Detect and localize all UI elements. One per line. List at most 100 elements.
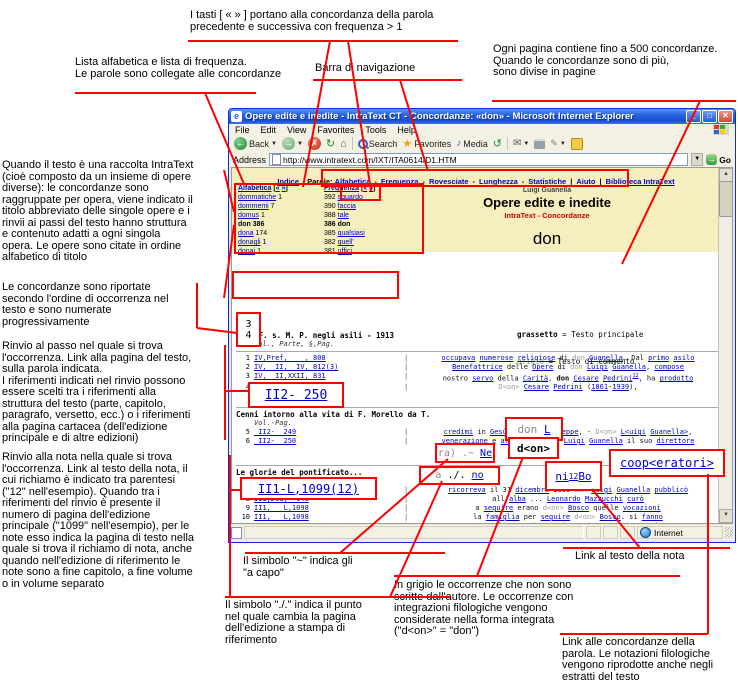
nav-link-aiuto[interactable]: Aiuto — [576, 177, 595, 186]
nav-link-biblioteca-intratext[interactable]: Biblioteca IntraText — [606, 177, 675, 186]
word-concordance-link[interactable]: Cesare — [524, 383, 549, 391]
history-button[interactable]: ↺ — [493, 137, 502, 150]
maximize-button[interactable]: □ — [702, 110, 717, 123]
word-link[interactable]: quell' — [338, 239, 354, 246]
passage-reference-link[interactable]: II1, L,1099 — [254, 522, 404, 524]
word-concordance-link[interactable]: primo — [648, 354, 669, 362]
menu-favorites[interactable]: Favorites — [317, 125, 354, 135]
word-concordance-link[interactable]: coop<eratori> — [620, 456, 714, 470]
word-concordance-link[interactable]: 1861 — [591, 383, 608, 391]
word-concordance-link[interactable]: Leonardo — [547, 495, 581, 503]
word-concordance-link[interactable]: Cesare — [573, 374, 598, 382]
word-concordance-link[interactable]: Bosco — [600, 513, 621, 521]
passage-reference-link[interactable]: II1, L,1098 — [254, 513, 404, 522]
word-link[interactable]: donagli — [238, 239, 261, 246]
passage-reference-link[interactable]: II2- 250 — [254, 437, 404, 446]
word-link[interactable]: sguardo — [338, 194, 363, 201]
word-concordance-link[interactable]: pubblicò — [654, 486, 688, 494]
print-button[interactable] — [534, 139, 545, 149]
menu-help[interactable]: Help — [397, 125, 416, 135]
nav-link-rovesciate[interactable]: Rovesciate — [429, 177, 469, 186]
word-concordance-link[interactable]: Benefattrice — [452, 363, 503, 371]
title-bar[interactable]: e Opere edite e inedite - IntraText CT -… — [229, 109, 735, 124]
word-concordance-link[interactable]: alba — [509, 495, 526, 503]
word-concordance-link[interactable]: credimi — [444, 428, 474, 436]
menu-tools[interactable]: Tools — [365, 125, 386, 135]
forward-button[interactable]: →▼ — [282, 137, 303, 150]
word-concordance-link[interactable]: ricorreva — [448, 486, 486, 494]
word-link[interactable]: no — [472, 470, 484, 481]
word-concordance-link[interactable]: famiglia — [486, 513, 520, 521]
word-concordance-link[interactable]: seguire — [541, 513, 571, 521]
nav-link-statistiche[interactable]: Statistiche — [528, 177, 566, 186]
note-reference-link[interactable]: II1-L,1099(12) — [258, 482, 359, 496]
word-concordance-link[interactable]: evangelo — [473, 522, 507, 524]
word-concordance-link[interactable]: 1939 — [612, 383, 629, 391]
refresh-button[interactable]: ↻ — [326, 137, 335, 150]
word-concordance-link[interactable]: prodotto — [660, 374, 694, 382]
passage-reference-link[interactable]: IV,Pref, , 808 — [254, 354, 404, 363]
passage-reference-link[interactable]: II1, L,1098 — [254, 504, 404, 513]
word-concordance-link[interactable]: risuona — [621, 522, 651, 524]
word-concordance-link[interactable]: Guanella — [616, 486, 650, 494]
word-concordance-link[interactable]: Giovanni — [557, 522, 591, 524]
word-link[interactable]: dommatiche — [238, 194, 276, 201]
scroll-down-icon[interactable]: ▼ — [719, 509, 733, 523]
word-link[interactable]: Bo — [578, 470, 591, 483]
word-concordance-link[interactable]: Luigi — [564, 437, 585, 445]
word-concordance-link[interactable]: Mazzucchi — [585, 495, 623, 503]
word-link[interactable]: dommemi — [238, 203, 269, 210]
scroll-up-icon[interactable]: ▲ — [719, 168, 733, 182]
word-concordance-link[interactable]: Pedrini — [553, 383, 583, 391]
word-concordance-link[interactable]: Guanella — [612, 363, 646, 371]
word-concordance-link[interactable]: L<uigi — [621, 428, 646, 436]
word-concordance-link[interactable]: Pedrini — [603, 374, 633, 382]
passage-reference-link[interactable]: IV, II, IV, 812(3) — [254, 363, 404, 372]
mail-button[interactable]: ✉▼ — [513, 138, 529, 149]
back-button[interactable]: ←Back▼ — [234, 137, 277, 150]
address-dropdown-button[interactable]: ▼ — [691, 153, 703, 166]
word-concordance-link[interactable]: Luigi — [587, 363, 608, 371]
word-link[interactable]: dona — [238, 230, 254, 237]
word-concordance-link[interactable]: Carità — [523, 374, 548, 382]
word-link[interactable]: Ne — [480, 448, 492, 459]
word-link[interactable]: domus — [238, 212, 259, 219]
nav-link-lunghezza[interactable]: Lunghezza — [479, 177, 518, 186]
word-concordance-link[interactable]: Guanella — [589, 354, 623, 362]
menu-view[interactable]: View — [287, 125, 306, 135]
word-link[interactable]: L — [544, 423, 551, 436]
reference-link[interactable]: II2- 250 — [265, 388, 328, 403]
home-button[interactable]: ⌂ — [340, 138, 347, 150]
address-input[interactable]: http://www.intratext.com/IXT/ITA0614/D1.… — [269, 153, 688, 166]
word-concordance-link[interactable]: servo — [472, 374, 493, 382]
menu-edit[interactable]: Edit — [261, 125, 277, 135]
favorites-button[interactable]: ★Favorites — [402, 137, 451, 150]
word-concordance-link[interactable]: asilo — [673, 354, 694, 362]
edit-button[interactable]: ✎▼ — [550, 138, 566, 149]
media-button[interactable]: ♪Media — [456, 138, 488, 149]
word-concordance-link[interactable]: fanno — [642, 513, 663, 521]
stop-button[interactable]: ✗ — [308, 137, 321, 150]
menu-file[interactable]: File — [235, 125, 250, 135]
passage-reference-link[interactable]: II2- 249 — [254, 428, 404, 437]
word-concordance-link[interactable]: Guanella> — [650, 428, 688, 436]
minimize-button[interactable]: _ — [686, 110, 701, 123]
word-link[interactable]: tale — [338, 212, 349, 219]
word-link[interactable]: ni — [555, 470, 568, 483]
word-link[interactable]: faccia — [338, 203, 356, 210]
word-concordance-link[interactable]: numerose — [479, 354, 513, 362]
word-concordance-link[interactable]: Guanella — [589, 437, 623, 445]
search-button[interactable]: Search — [358, 139, 398, 149]
close-button[interactable]: ✕ — [718, 110, 733, 123]
go-button[interactable]: →Go — [706, 154, 731, 165]
messenger-button[interactable] — [571, 138, 583, 150]
word-concordance-link[interactable]: Opere — [532, 363, 553, 371]
word-concordance-link[interactable]: direttore — [657, 437, 695, 445]
note-number-link[interactable]: 12 — [569, 472, 579, 481]
scrollbar-thumb[interactable] — [719, 181, 733, 217]
word-concordance-link[interactable]: religiose — [517, 354, 555, 362]
word-concordance-link[interactable]: occupava — [442, 354, 476, 362]
word-concordance-link[interactable]: dicembre — [515, 486, 549, 494]
word-concordance-link[interactable]: Bosco — [568, 504, 589, 512]
word-concordance-link[interactable]: curò — [627, 495, 644, 503]
